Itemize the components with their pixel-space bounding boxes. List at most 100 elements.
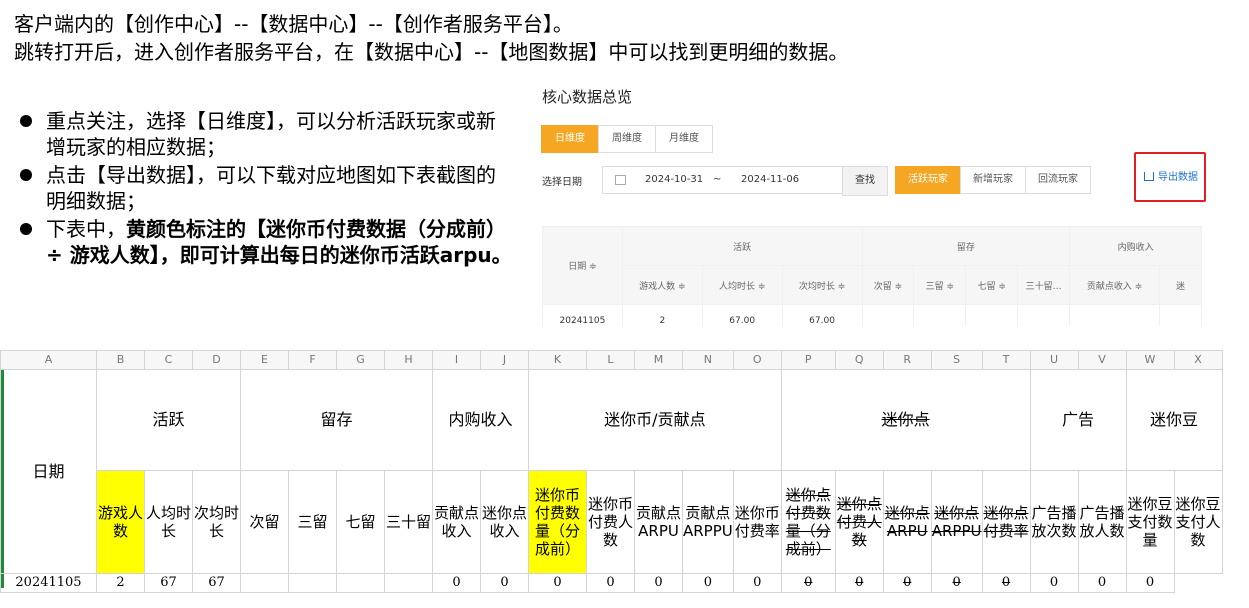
tab-weekly[interactable]: 周维度 — [598, 125, 656, 153]
preview-sub-header[interactable]: 七留 ≑ — [965, 265, 1019, 305]
preview-sub-header[interactable]: 贡献点收入 ≑ — [1069, 265, 1161, 305]
column-header[interactable]: I — [432, 350, 481, 370]
column-header[interactable]: W — [1125, 350, 1175, 370]
cell-ad-plays[interactable]: 广告播放次数 — [1029, 470, 1079, 574]
date-header-cell[interactable]: 日期 — [0, 369, 97, 574]
preview-sub-header[interactable]: 人均时长 ≑ — [701, 265, 783, 305]
column-header[interactable]: H — [384, 350, 433, 370]
column-header[interactable]: J — [480, 350, 529, 370]
data-cell[interactable]: 0 — [732, 573, 782, 593]
cell-session-time[interactable]: 次均时长 — [192, 470, 241, 574]
tab-new-players[interactable]: 新增玩家 — [960, 166, 1026, 194]
data-cell[interactable]: 67 — [192, 573, 241, 593]
group-header-iap[interactable]: 内购收入 — [432, 369, 529, 471]
cell-players[interactable]: 游戏人数 — [96, 470, 145, 574]
data-cell[interactable]: 0 — [981, 573, 1031, 593]
column-header[interactable]: A — [0, 350, 97, 370]
cell-avg-time[interactable]: 人均时长 — [144, 470, 193, 574]
column-header[interactable]: L — [586, 350, 635, 370]
tab-monthly[interactable]: 月维度 — [655, 125, 713, 153]
data-cell[interactable]: 0 — [930, 573, 983, 593]
date-label: 选择日期 — [542, 177, 582, 188]
cell-point-income[interactable]: 迷你点收入 — [480, 470, 529, 574]
data-cell[interactable]: 0 — [1125, 573, 1175, 593]
data-cell[interactable] — [336, 573, 385, 593]
group-header-active[interactable]: 活跃 — [96, 369, 241, 471]
data-cell[interactable] — [288, 573, 337, 593]
data-cell[interactable]: 0 — [432, 573, 481, 593]
data-cell[interactable]: 0 — [586, 573, 635, 593]
group-header-coin[interactable]: 迷你币/贡献点 — [528, 369, 782, 471]
search-button[interactable]: 查找 — [842, 166, 888, 196]
cell-pt-rate[interactable]: 迷你点付费率 — [981, 470, 1031, 574]
preview-sub-header[interactable]: 迷 — [1159, 265, 1202, 305]
cell-contrib-income[interactable]: 贡献点收入 — [432, 470, 481, 574]
column-header[interactable]: G — [336, 350, 385, 370]
preview-date-header[interactable]: 日期 ≑ — [542, 226, 623, 305]
column-header[interactable]: Q — [834, 350, 884, 370]
preview-sub-header[interactable]: 三十留… — [1017, 265, 1071, 305]
cell-d2[interactable]: 次留 — [240, 470, 289, 574]
cell-d7[interactable]: 七留 — [336, 470, 385, 574]
column-header[interactable]: P — [780, 350, 836, 370]
column-header[interactable]: N — [682, 350, 734, 370]
preview-sub-header[interactable]: 次留 ≑ — [861, 265, 915, 305]
data-cell[interactable]: 0 — [634, 573, 683, 593]
column-header[interactable]: E — [240, 350, 289, 370]
column-header[interactable]: K — [528, 350, 587, 370]
cell-bean-users[interactable]: 迷你豆支付人数 — [1173, 470, 1223, 574]
cell-d3[interactable]: 三留 — [288, 470, 337, 574]
group-header-point[interactable]: 迷你点 — [780, 369, 1031, 471]
data-cell[interactable] — [384, 573, 433, 593]
tab-active-players[interactable]: 活跃玩家 — [895, 166, 961, 194]
preview-sub-header[interactable]: 三留 ≑ — [913, 265, 967, 305]
cell-coin-pay[interactable]: 迷你币付费数量（分成前） — [528, 470, 587, 574]
column-header[interactable]: S — [930, 350, 983, 370]
cell-pt-arpu[interactable]: 迷你点ARPU — [882, 470, 932, 574]
cell-coin-rate[interactable]: 迷你币付费率 — [732, 470, 782, 574]
data-cell[interactable] — [240, 573, 289, 593]
group-header-bean[interactable]: 迷你豆 — [1125, 369, 1223, 471]
column-header[interactable]: T — [981, 350, 1031, 370]
bullet-dot-icon — [20, 115, 32, 127]
data-cell[interactable]: 67 — [144, 573, 193, 593]
cell-bean-count[interactable]: 迷你豆支付数量 — [1125, 470, 1175, 574]
cell-pt-pay[interactable]: 迷你点付费数量（分成前） — [780, 470, 836, 574]
column-header[interactable]: O — [732, 350, 782, 370]
preview-sub-header[interactable]: 次均时长 ≑ — [781, 265, 863, 305]
data-cell[interactable]: 20241105 — [0, 573, 97, 593]
data-cell[interactable]: 0 — [1029, 573, 1079, 593]
cell-pt-arppu[interactable]: 迷你点ARPPU — [930, 470, 983, 574]
export-data-button[interactable]: 导出数据 — [1144, 168, 1198, 183]
group-header-retention[interactable]: 留存 — [240, 369, 433, 471]
column-header[interactable]: B — [96, 350, 145, 370]
tab-daily[interactable]: 日维度 — [541, 125, 599, 153]
cell-coin-payers[interactable]: 迷你币付费人数 — [586, 470, 635, 574]
data-cell[interactable]: 0 — [834, 573, 884, 593]
cell-pt-payers[interactable]: 迷你点付费人数 — [834, 470, 884, 574]
date-range-picker[interactable]: 2024-10-31 ~ 2024-11-06 — [602, 166, 844, 194]
tab-returning-players[interactable]: 回流玩家 — [1025, 166, 1091, 194]
data-cell[interactable]: 2 — [96, 573, 145, 593]
column-header[interactable]: U — [1029, 350, 1079, 370]
data-cell[interactable]: 0 — [882, 573, 932, 593]
cell-ad-users[interactable]: 广告播放人数 — [1077, 470, 1127, 574]
group-header-ads[interactable]: 广告 — [1029, 369, 1127, 471]
column-header[interactable]: D — [192, 350, 241, 370]
data-cell[interactable]: 0 — [682, 573, 734, 593]
column-header[interactable]: F — [288, 350, 337, 370]
cell-contrib-arppu[interactable]: 贡献点ARPPU — [682, 470, 734, 574]
data-cell[interactable]: 0 — [780, 573, 836, 593]
data-cell[interactable]: 0 — [480, 573, 529, 593]
column-header[interactable]: X — [1173, 350, 1223, 370]
column-header[interactable]: V — [1077, 350, 1127, 370]
column-header[interactable]: M — [634, 350, 683, 370]
export-highlight-box: 导出数据 — [1134, 152, 1206, 202]
cell-d30[interactable]: 三十留 — [384, 470, 433, 574]
preview-sub-header[interactable]: 游戏人数 ≑ — [621, 265, 703, 305]
column-header[interactable]: C — [144, 350, 193, 370]
cell-contrib-arpu[interactable]: 贡献点ARPU — [634, 470, 683, 574]
data-cell[interactable]: 0 — [1077, 573, 1127, 593]
column-header[interactable]: R — [882, 350, 932, 370]
data-cell[interactable]: 0 — [528, 573, 587, 593]
